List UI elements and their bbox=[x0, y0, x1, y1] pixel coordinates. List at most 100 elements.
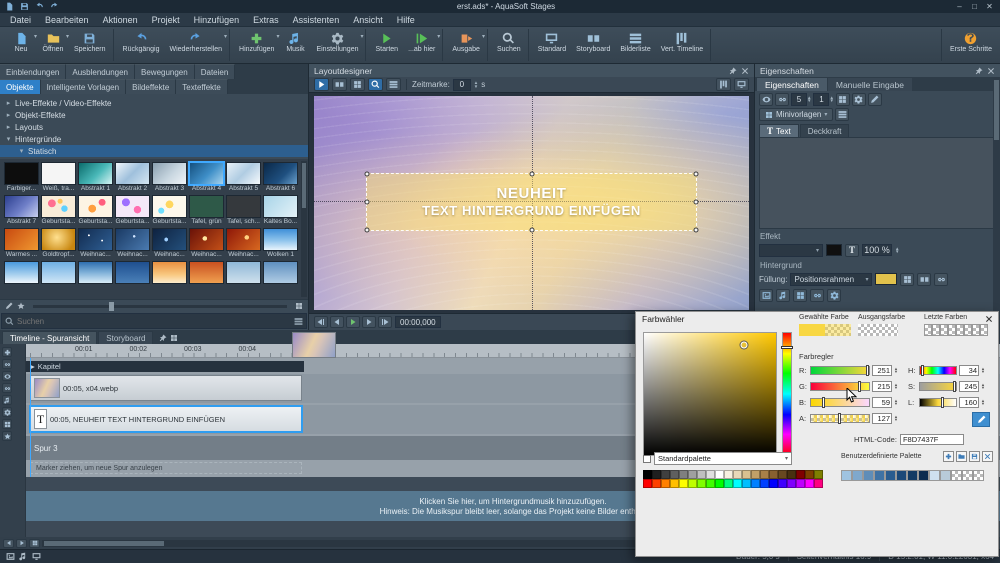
slider-thumb[interactable] bbox=[822, 397, 825, 408]
background-thumbnail[interactable] bbox=[115, 261, 150, 292]
zeitmarke-spinner[interactable]: ▲▼ bbox=[474, 81, 478, 88]
tab-bewegungen[interactable]: Bewegungen bbox=[135, 64, 195, 79]
gear-icon[interactable] bbox=[2, 407, 12, 417]
text-clip-item[interactable]: T 00:05, NEUHEIT TEXT HINTERGRUND EINFÜG… bbox=[30, 406, 302, 432]
toolbar-button-erste-schritte[interactable]: Erste Schritte bbox=[945, 29, 997, 61]
custom-color-swatch[interactable] bbox=[940, 470, 951, 481]
tab-timeline-spuransicht[interactable]: Timeline - Spuransicht bbox=[2, 331, 97, 344]
thumbnail-scrollbar[interactable] bbox=[301, 161, 307, 297]
gear-icon[interactable] bbox=[827, 289, 841, 302]
tab-manuelle-eingabe[interactable]: Manuelle Eingabe bbox=[828, 78, 912, 91]
palette-color-swatch[interactable] bbox=[724, 479, 733, 488]
recent-color-swatch[interactable] bbox=[972, 324, 980, 336]
pin-icon[interactable] bbox=[159, 334, 167, 342]
chevron-right-icon[interactable]: ▸ bbox=[5, 99, 12, 107]
effekt-percent-value[interactable]: 100 % bbox=[862, 244, 892, 256]
shape-tool-button[interactable] bbox=[332, 78, 347, 91]
hue-slider[interactable] bbox=[782, 332, 792, 456]
fit-view-button[interactable] bbox=[716, 78, 731, 91]
toolbar-button-musik[interactable]: Musik bbox=[279, 29, 311, 61]
tab-dateien[interactable]: Dateien bbox=[195, 64, 236, 79]
palette-color-swatch[interactable] bbox=[733, 479, 742, 488]
tree-item-layouts[interactable]: ▸Layouts bbox=[0, 121, 308, 133]
fuellung-dropdown[interactable]: Positionsrahmen▾ bbox=[790, 273, 872, 286]
magnet-icon[interactable] bbox=[2, 359, 12, 369]
palette-color-swatch[interactable] bbox=[742, 479, 751, 488]
slider-thumb[interactable] bbox=[866, 365, 869, 376]
background-thumbnail[interactable] bbox=[263, 261, 298, 292]
slider-thumb[interactable] bbox=[921, 365, 924, 376]
pin-icon[interactable] bbox=[975, 67, 983, 75]
selection-handle[interactable] bbox=[529, 172, 534, 177]
new-track-dropzone[interactable]: Marker ziehen, um neue Spur anzulegen bbox=[30, 462, 302, 474]
close-icon[interactable] bbox=[987, 67, 995, 75]
slider-track[interactable] bbox=[810, 414, 870, 423]
toolbar-button-ab-hier[interactable]: ...ab hier▾ bbox=[403, 29, 440, 61]
palette-color-swatch[interactable] bbox=[814, 479, 823, 488]
fullscreen-button[interactable] bbox=[734, 78, 749, 91]
palette-color-swatch[interactable] bbox=[778, 479, 787, 488]
recent-color-swatch[interactable] bbox=[964, 324, 972, 336]
slider-thumb[interactable] bbox=[838, 413, 841, 424]
background-thumbnail-goldtropf[interactable]: Goldtropf... bbox=[41, 228, 76, 259]
background-thumbnail-weihnac[interactable]: Weihnac... bbox=[115, 228, 150, 259]
saturation-value-field[interactable] bbox=[643, 332, 777, 456]
text-selection-box[interactable]: NEUHEIT TEXT HINTERGRUND EINFÜGEN bbox=[366, 173, 697, 231]
palette-color-swatch[interactable] bbox=[679, 470, 688, 479]
palette-color-swatch[interactable] bbox=[760, 479, 769, 488]
toolbar-button-rückgängig[interactable]: Rückgängig bbox=[118, 29, 165, 61]
palette-color-swatch[interactable] bbox=[688, 479, 697, 488]
slider-spinner[interactable]: ▲▼ bbox=[894, 367, 898, 373]
menu-aktionen[interactable]: Aktionen bbox=[96, 13, 145, 26]
palette-color-swatch[interactable] bbox=[679, 479, 688, 488]
link-icon[interactable] bbox=[775, 93, 789, 106]
palette-checkbox[interactable] bbox=[643, 455, 651, 463]
tree-item-hintergründe[interactable]: ▾Hintergründe bbox=[0, 133, 308, 145]
palette-color-swatch[interactable] bbox=[751, 479, 760, 488]
selection-handle[interactable] bbox=[693, 227, 698, 232]
background-thumbnail-weihnac[interactable]: Weihnac... bbox=[78, 228, 113, 259]
stepper-2[interactable]: 1▲▼ bbox=[813, 93, 833, 106]
gradient-button[interactable] bbox=[900, 273, 914, 286]
dropdown-caret-icon[interactable]: ▾ bbox=[437, 33, 440, 40]
play-button[interactable] bbox=[346, 316, 360, 328]
tree-item-live-effekte-video-effekte[interactable]: ▸Live-Effekte / Video-Effekte bbox=[0, 97, 308, 109]
menu-datei[interactable]: Datei bbox=[3, 13, 38, 26]
slider-thumb[interactable] bbox=[953, 381, 956, 392]
custom-color-swatch[interactable] bbox=[962, 470, 973, 481]
slider-value[interactable]: 215 bbox=[872, 381, 892, 392]
close-button[interactable]: ✕ bbox=[982, 2, 997, 11]
selection-handle[interactable] bbox=[365, 227, 370, 232]
background-thumbnail-weiß-tra[interactable]: Weiß, tra... bbox=[41, 162, 76, 193]
zoom-out-button[interactable] bbox=[29, 539, 40, 548]
custom-color-swatch[interactable] bbox=[885, 470, 896, 481]
menu-extras[interactable]: Extras bbox=[246, 13, 286, 26]
toolbar-button-standard[interactable]: Standard bbox=[533, 29, 571, 61]
save-palette-icon[interactable] bbox=[969, 451, 980, 462]
slider-track[interactable] bbox=[810, 366, 870, 375]
tab-objekte[interactable]: Objekte bbox=[0, 79, 41, 94]
background-thumbnail-warmes[interactable]: Warmes ... bbox=[4, 228, 39, 259]
tab-bildeffekte[interactable]: Bildeffekte bbox=[126, 79, 176, 94]
palette-color-swatch[interactable] bbox=[787, 479, 796, 488]
menu-ansicht[interactable]: Ansicht bbox=[346, 13, 390, 26]
skip-start-button[interactable] bbox=[314, 316, 328, 328]
tab-storyboard[interactable]: Storyboard bbox=[98, 331, 153, 344]
custom-color-swatch[interactable] bbox=[951, 470, 962, 481]
slider-value[interactable]: 251 bbox=[872, 365, 892, 376]
background-thumbnail-abstrakt-1[interactable]: Abstrakt 1 bbox=[78, 162, 113, 193]
palette-color-swatch[interactable] bbox=[796, 479, 805, 488]
palette-color-swatch[interactable] bbox=[661, 470, 670, 479]
custom-color-swatch[interactable] bbox=[863, 470, 874, 481]
recent-color-swatch[interactable] bbox=[924, 324, 932, 336]
slider-value[interactable]: 245 bbox=[959, 381, 979, 392]
search-input[interactable] bbox=[17, 317, 291, 326]
grid-icon[interactable] bbox=[170, 334, 178, 342]
menu-hilfe[interactable]: Hilfe bbox=[390, 13, 422, 26]
note-icon[interactable] bbox=[2, 395, 12, 405]
effekt-percent-spinner[interactable]: ▲▼ bbox=[895, 247, 899, 254]
palette-color-swatch[interactable] bbox=[697, 470, 706, 479]
text-style-button[interactable]: T bbox=[845, 244, 859, 257]
palette-color-swatch[interactable] bbox=[805, 479, 814, 488]
menu-bearbeiten[interactable]: Bearbeiten bbox=[38, 13, 96, 26]
